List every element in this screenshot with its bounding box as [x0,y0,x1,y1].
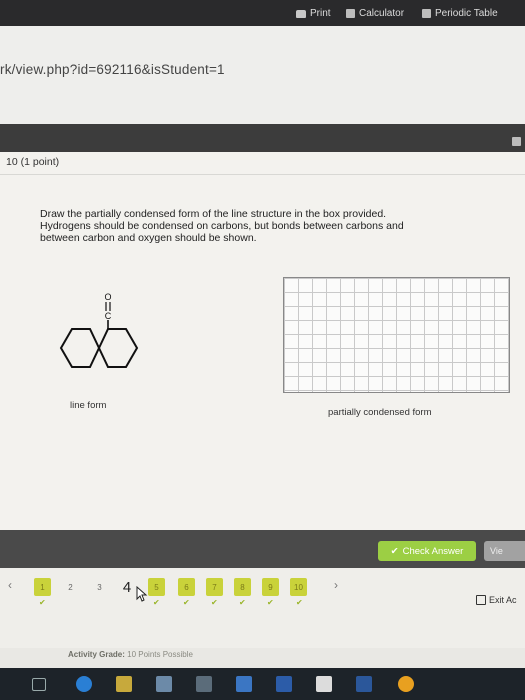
page-button[interactable]: 6 [178,578,195,596]
view-label: Vie [490,546,503,556]
completed-check-icon: ✔ [267,598,274,607]
prompt-line: between carbon and oxygen should be show… [40,232,257,244]
oxygen-label: O [104,292,111,302]
question-number: 10 (1 point) [6,156,60,168]
carbon-label: C [105,311,112,321]
page-label: 3 [97,582,102,592]
checkmark-icon: ✔ [390,545,399,557]
task-view-icon[interactable] [32,678,46,691]
ring-right [97,328,139,368]
activity-grade: Activity Grade: 10 Points Possible [68,650,193,659]
app-icon[interactable] [316,676,332,692]
app-icon[interactable] [276,676,292,692]
completed-check-icon: ✔ [296,598,303,607]
page-label: 6 [184,582,189,592]
tool-bar [0,124,525,152]
menu-icon[interactable] [512,137,521,146]
calculator-icon [346,9,355,18]
page-label: 9 [268,582,273,592]
line-form-label: line form [70,400,107,411]
page-button[interactable]: 9 [262,578,279,596]
question-header: 10 (1 point) [0,152,525,175]
next-arrow-icon[interactable]: › [334,578,338,592]
calculator-button[interactable]: Calculator [346,8,404,19]
page-button[interactable]: 5 [148,578,165,596]
drawing-box[interactable] [283,277,510,393]
check-answer-label: Check Answer [402,545,464,557]
app-icon[interactable] [196,676,212,692]
exit-label: Exit Ac [489,595,517,605]
ring-left [59,328,101,368]
completed-check-icon: ✔ [39,598,46,607]
question-prompt: Draw the partially condensed form of the… [40,208,470,244]
grade-label: Activity Grade: [68,650,125,659]
page-label: 5 [154,582,159,592]
prev-arrow-icon[interactable]: ‹ [8,578,12,592]
periodic-table-icon [422,9,431,18]
periodic-table-label: Periodic Table [435,8,498,19]
page-button[interactable]: 4 [120,578,134,596]
completed-check-icon: ✔ [183,598,190,607]
word-icon[interactable] [356,676,372,692]
print-label: Print [310,8,331,19]
exit-icon [476,595,486,605]
page-button[interactable]: 7 [206,578,223,596]
page-button[interactable]: 1 [34,578,51,596]
completed-check-icon: ✔ [211,598,218,607]
page-button[interactable]: 2 [62,578,79,596]
view-button[interactable]: Vie [484,541,525,561]
page-label: 7 [212,582,217,592]
file-explorer-icon[interactable] [116,676,132,692]
page-label: 4 [122,578,132,596]
page-label: 1 [40,582,45,592]
exit-activity-button[interactable]: Exit Ac [476,595,517,605]
print-button[interactable]: Print [296,8,331,19]
mouse-cursor-icon [136,586,148,602]
printer-icon [296,9,306,18]
grade-value: 10 Points Possible [127,650,193,659]
partially-condensed-label: partially condensed form [328,407,432,418]
completed-check-icon: ✔ [153,598,160,607]
calculator-label: Calculator [359,8,405,19]
page-button[interactable]: 3 [91,578,108,596]
app-icon[interactable] [236,676,252,692]
chrome-icon[interactable] [398,676,414,692]
prompt-line: Draw the partially condensed form of the… [40,208,387,220]
edge-browser-icon[interactable] [76,676,92,692]
line-structure-molecule: O C [59,292,139,368]
page-label: 2 [68,582,73,592]
prompt-line: Hydrogens should be condensed on carbons… [40,220,404,232]
page-button[interactable]: 8 [234,578,251,596]
periodic-table-button[interactable]: Periodic Table [422,8,498,19]
check-answer-button[interactable]: ✔ Check Answer [378,541,476,561]
page-button[interactable]: 10 [290,578,307,596]
completed-check-icon: ✔ [239,598,246,607]
store-icon[interactable] [156,676,172,692]
page-label: 10 [294,582,303,592]
page-label: 8 [240,582,245,592]
screen: rk/view.php?id=692116&isStudent=1 Print … [0,0,525,700]
address-url[interactable]: rk/view.php?id=692116&isStudent=1 [0,62,225,77]
